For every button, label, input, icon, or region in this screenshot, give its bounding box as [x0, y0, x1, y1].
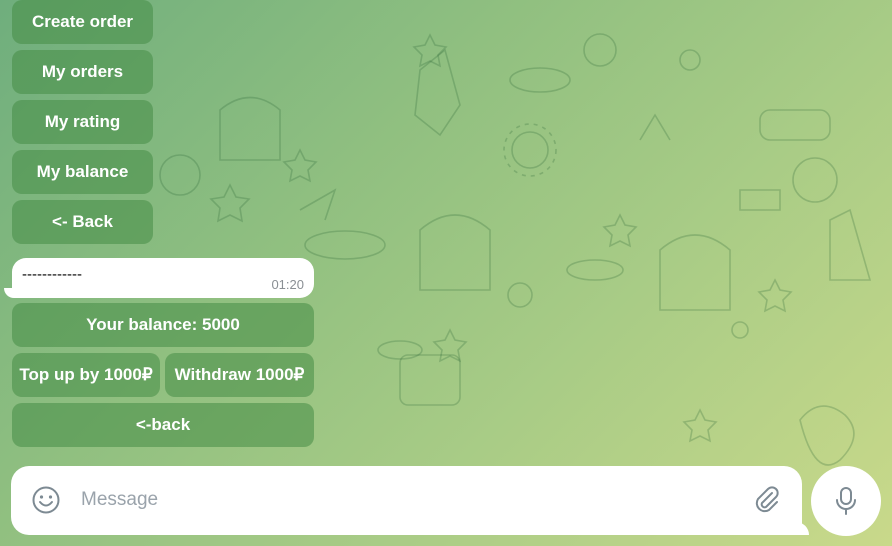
message-composer[interactable]: Message [11, 466, 802, 535]
paperclip-icon[interactable] [751, 484, 783, 516]
my-orders-button[interactable]: My orders [12, 50, 153, 94]
microphone-icon [836, 487, 856, 515]
smile-icon[interactable] [31, 485, 61, 515]
top-up-button[interactable]: Top up by 1000₽ [12, 353, 160, 397]
message-input[interactable]: Message [81, 489, 158, 511]
my-balance-button[interactable]: My balance [12, 150, 153, 194]
message-bubble: ------------ 01:20 [12, 258, 314, 298]
back-button[interactable]: <- Back [12, 200, 153, 244]
message-time: 01:20 [271, 277, 304, 292]
your-balance-button[interactable]: Your balance: 5000 [12, 303, 314, 347]
create-order-button[interactable]: Create order [12, 0, 153, 44]
withdraw-button[interactable]: Withdraw 1000₽ [165, 353, 314, 397]
message-text: ------------ [22, 266, 82, 283]
back-lower-button[interactable]: <-back [12, 403, 314, 447]
my-rating-button[interactable]: My rating [12, 100, 153, 144]
voice-message-button[interactable] [811, 466, 881, 536]
